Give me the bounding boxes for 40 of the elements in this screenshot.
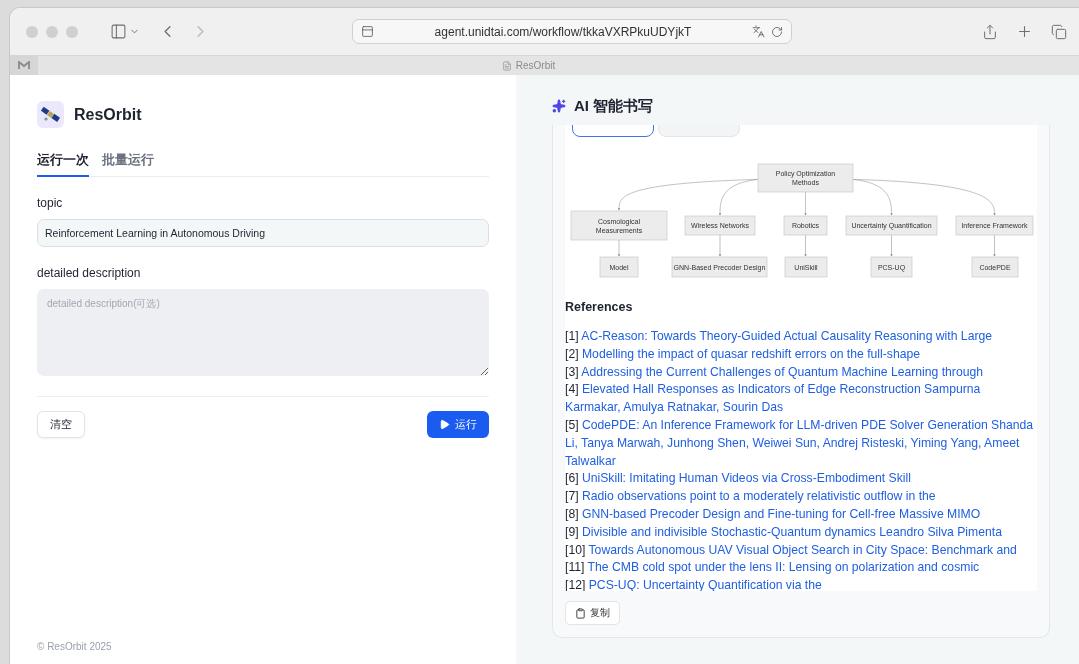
copy-button[interactable]: 复制 bbox=[565, 601, 620, 625]
clipboard-icon bbox=[575, 607, 586, 619]
translate-icon[interactable] bbox=[752, 25, 765, 38]
tab-title: ResOrbit bbox=[515, 60, 556, 71]
share-icon[interactable] bbox=[982, 23, 998, 40]
copyright-text: © ResOrbit 2025 bbox=[37, 641, 113, 652]
references-heading: References bbox=[565, 300, 634, 314]
description-field[interactable]: detailed description(可选) bbox=[37, 289, 489, 376]
app-name: ResOrbit bbox=[74, 105, 142, 124]
reference-entry[interactable]: [12] PCS-UQ: Uncertainty Quantification via the bbox=[565, 577, 1037, 592]
topic-field[interactable]: Reinforcement Learning in Autonomous Driving bbox=[37, 219, 489, 247]
play-icon bbox=[439, 419, 450, 430]
sparkle-icon bbox=[552, 99, 566, 113]
address-bar[interactable]: agent.unidtai.com/workflow/tkkaVXRPkuUDYjkT bbox=[352, 19, 792, 44]
reference-entry[interactable]: [10] Towards Autonomous UAV Visual Object Search in City Space: Benchmark and bbox=[565, 541, 1037, 560]
reference-entry[interactable]: [3] Addressing the Current Challenges of Quantum Machine Learning through bbox=[565, 363, 1037, 382]
reference-entry[interactable]: [1] AC-Reason: Towards Theory-Guided Actual Causality Reasoning with Large bbox=[565, 328, 1037, 346]
reference-entry[interactable]: [5] CodePDE: An Inference Framework for LLM-driven PDE Solver Generation Shanda Li, Tanya Marwah, Junhong Shen, Weiwei Sun, Andrej Risteski, Yiming Yang, Ameet Talwalkar bbox=[565, 417, 1037, 471]
tab-overview-icon[interactable] bbox=[1051, 23, 1067, 40]
page-icon bbox=[501, 60, 512, 71]
page-menu-icon[interactable] bbox=[361, 25, 374, 38]
clear-button[interactable]: 清空 bbox=[37, 411, 85, 438]
reference-entry[interactable]: [7] Radio observations point to a moderately relativistic outflow in the bbox=[565, 488, 1037, 506]
reference-entry[interactable]: [11] The CMB cold spot under the lens II: Lensing on polarization and cosmic bbox=[565, 559, 1037, 578]
reference-entry[interactable]: [2] Modelling the impact of quasar redshift errors on the full-shape bbox=[565, 345, 1037, 364]
field-label: topic bbox=[37, 196, 64, 210]
run-button[interactable]: 运行 bbox=[427, 411, 489, 438]
pinned-tab[interactable] bbox=[10, 55, 38, 76]
reload-icon[interactable] bbox=[771, 25, 783, 38]
sidebar-icon[interactable] bbox=[110, 23, 127, 40]
mode-tab[interactable]: 运行一次 bbox=[37, 151, 89, 177]
reference-entry[interactable]: [4] Elevated Hall Responses as Indicators of Edge Reconstruction Sampurna Karmakar, Amulya Ratnakar, Sourin Das bbox=[565, 381, 1037, 417]
reference-entry[interactable]: [8] GNN-based Precoder Design and Fine-tuning for Cell-free Massive MIMO bbox=[565, 505, 1037, 524]
field-label: detailed description bbox=[37, 266, 142, 280]
reference-entry[interactable]: [6] UniSkill: Imitating Human Videos via Cross-Embodiment Skill bbox=[565, 470, 1037, 489]
panel-title: AI 智能书写 bbox=[574, 96, 654, 116]
mode-tab[interactable]: 批量运行 bbox=[102, 151, 154, 177]
mail-logo-icon bbox=[18, 61, 30, 70]
reference-entry[interactable]: [9] Divisible and indivisible Stochastic-Quantum dynamics Leandro Silva Pimenta bbox=[565, 523, 1037, 542]
new-tab-icon[interactable] bbox=[1016, 23, 1033, 40]
